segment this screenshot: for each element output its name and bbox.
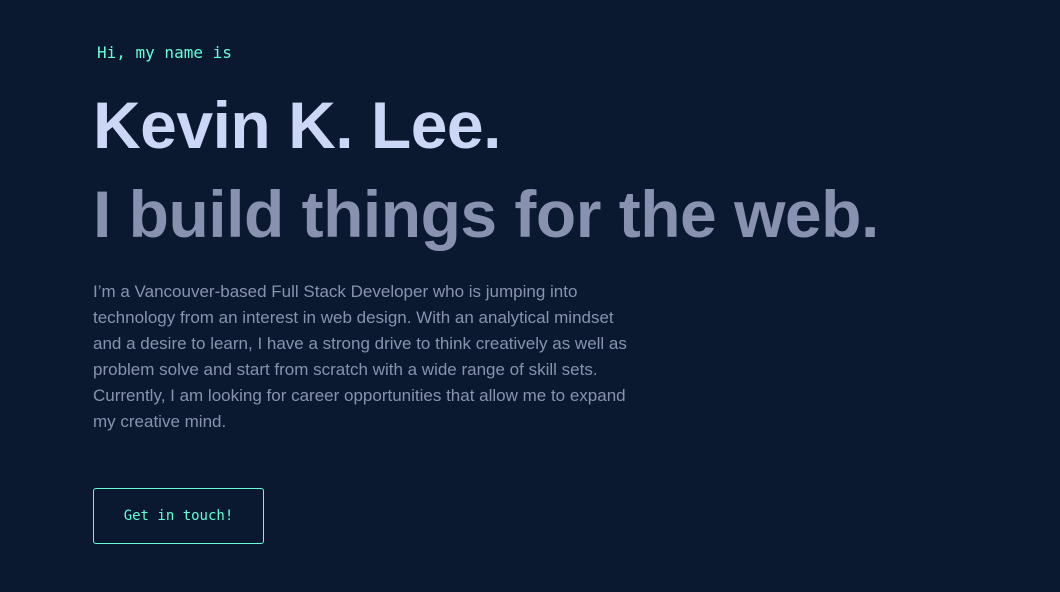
hero-bio: I’m a Vancouver-based Full Stack Develop… [93, 282, 627, 431]
hero-name: Kevin K. Lee. [93, 88, 501, 162]
hero-tagline: I build things for the web. [93, 177, 879, 251]
greeting-text: Hi, my name is [97, 43, 232, 62]
hero-section: Hi, my name is Kevin K. Lee. I build thi… [93, 0, 1033, 592]
get-in-touch-button[interactable]: Get in touch! [93, 488, 264, 544]
